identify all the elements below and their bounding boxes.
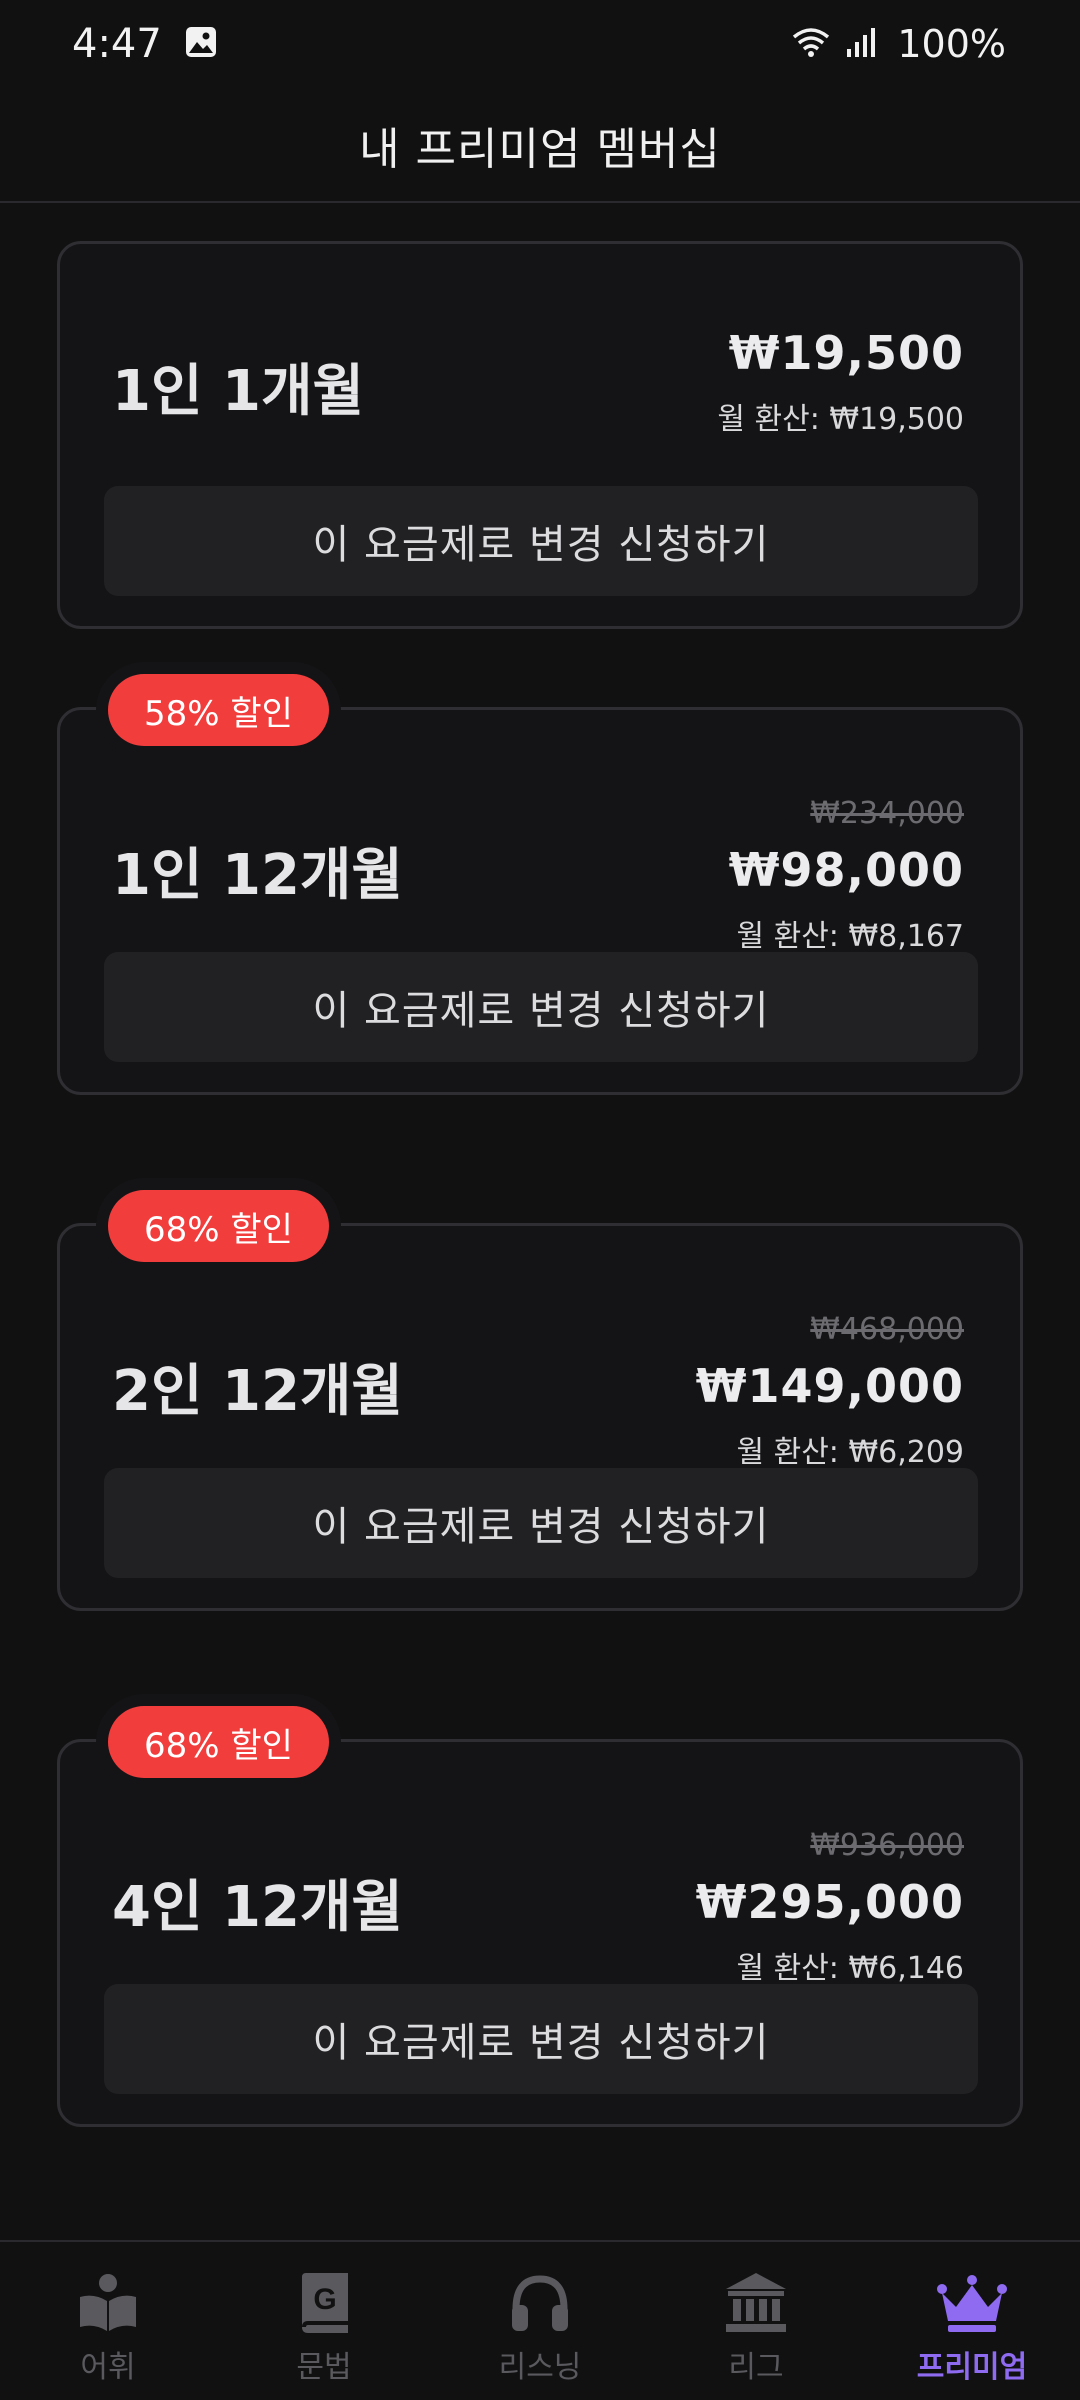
plan-price: ₩19,500 [728, 326, 964, 380]
plan-price: ₩149,000 [695, 1359, 964, 1413]
price-block: ₩19,500 월 환산: ₩19,500 [717, 326, 964, 438]
monthly-price: 월 환산: ₩19,500 [717, 402, 964, 437]
nav-item-premium[interactable]: 프리미엄 [882, 2270, 1062, 2386]
plan-name: 1인 12개월 [112, 843, 403, 908]
plan-card-1p-12m: 58% 할인 1인 12개월 ₩234,000 ₩98,000 월 환산: ₩8… [57, 674, 1023, 1095]
nav-label: 문법 [296, 2350, 352, 2385]
plan-name: 4인 12개월 [112, 1875, 403, 1940]
nav-label: 프리미엄 [916, 2350, 1028, 2385]
original-price: ₩468,000 [810, 1312, 964, 1347]
nav-label: 리그 [728, 2350, 784, 2385]
headphones-icon [504, 2270, 576, 2336]
bottom-nav: 어휘 G 문법 리스닝 리그 프리미엄 [0, 2240, 1080, 2400]
original-price: ₩936,000 [810, 1828, 964, 1863]
signal-icon [845, 25, 877, 63]
plan-name: 1인 1개월 [112, 359, 364, 424]
change-plan-button[interactable]: 이 요금제로 변경 신청하기 [104, 1984, 978, 2094]
nav-item-vocabulary[interactable]: 어휘 [18, 2270, 198, 2386]
monthly-price: 월 환산: ₩6,146 [736, 1951, 964, 1986]
price-block: ₩936,000 ₩295,000 월 환산: ₩6,146 [696, 1828, 964, 1987]
wifi-icon [791, 25, 831, 63]
status-bar: 4:47 100% [0, 0, 1080, 88]
change-plan-button[interactable]: 이 요금제로 변경 신청하기 [104, 1468, 978, 1578]
page-title: 내 프리미엄 멤버십 [359, 123, 721, 175]
crown-icon [936, 2270, 1008, 2336]
status-time: 4:47 [72, 21, 162, 67]
svg-text:G: G [313, 2283, 336, 2316]
plan-card-1p-1m: 1인 1개월 ₩19,500 월 환산: ₩19,500 이 요금제로 변경 신… [57, 241, 1023, 629]
plan-card-2p-12m: 68% 할인 2인 12개월 ₩468,000 ₩149,000 월 환산: ₩… [57, 1190, 1023, 1611]
bank-icon [720, 2270, 792, 2336]
discount-badge: 58% 할인 [108, 674, 329, 746]
change-plan-button[interactable]: 이 요금제로 변경 신청하기 [104, 952, 978, 1062]
battery-level: 100% [897, 22, 1006, 66]
original-price: ₩234,000 [810, 796, 964, 831]
image-notification-icon [184, 25, 218, 63]
plan-name: 2인 12개월 [112, 1359, 403, 1424]
book-reader-icon [72, 2270, 144, 2336]
nav-item-league[interactable]: 리그 [666, 2270, 846, 2386]
grammar-book-icon: G [288, 2270, 360, 2336]
price-block: ₩468,000 ₩149,000 월 환산: ₩6,209 [696, 1312, 964, 1471]
nav-label: 어휘 [80, 2350, 136, 2385]
nav-item-grammar[interactable]: G 문법 [234, 2270, 414, 2386]
change-plan-button[interactable]: 이 요금제로 변경 신청하기 [104, 486, 978, 596]
nav-label: 리스닝 [498, 2350, 582, 2385]
plan-price: ₩295,000 [695, 1875, 964, 1929]
app-header: 내 프리미엄 멤버십 [0, 88, 1080, 203]
plan-card-4p-12m: 68% 할인 4인 12개월 ₩936,000 ₩295,000 월 환산: ₩… [57, 1706, 1023, 2127]
discount-badge: 68% 할인 [108, 1190, 329, 1262]
discount-badge: 68% 할인 [108, 1706, 329, 1778]
monthly-price: 월 환산: ₩6,209 [736, 1435, 964, 1470]
monthly-price: 월 환산: ₩8,167 [736, 919, 964, 954]
nav-item-listening[interactable]: 리스닝 [450, 2270, 630, 2386]
plan-price: ₩98,000 [728, 843, 964, 897]
price-block: ₩234,000 ₩98,000 월 환산: ₩8,167 [729, 796, 964, 955]
